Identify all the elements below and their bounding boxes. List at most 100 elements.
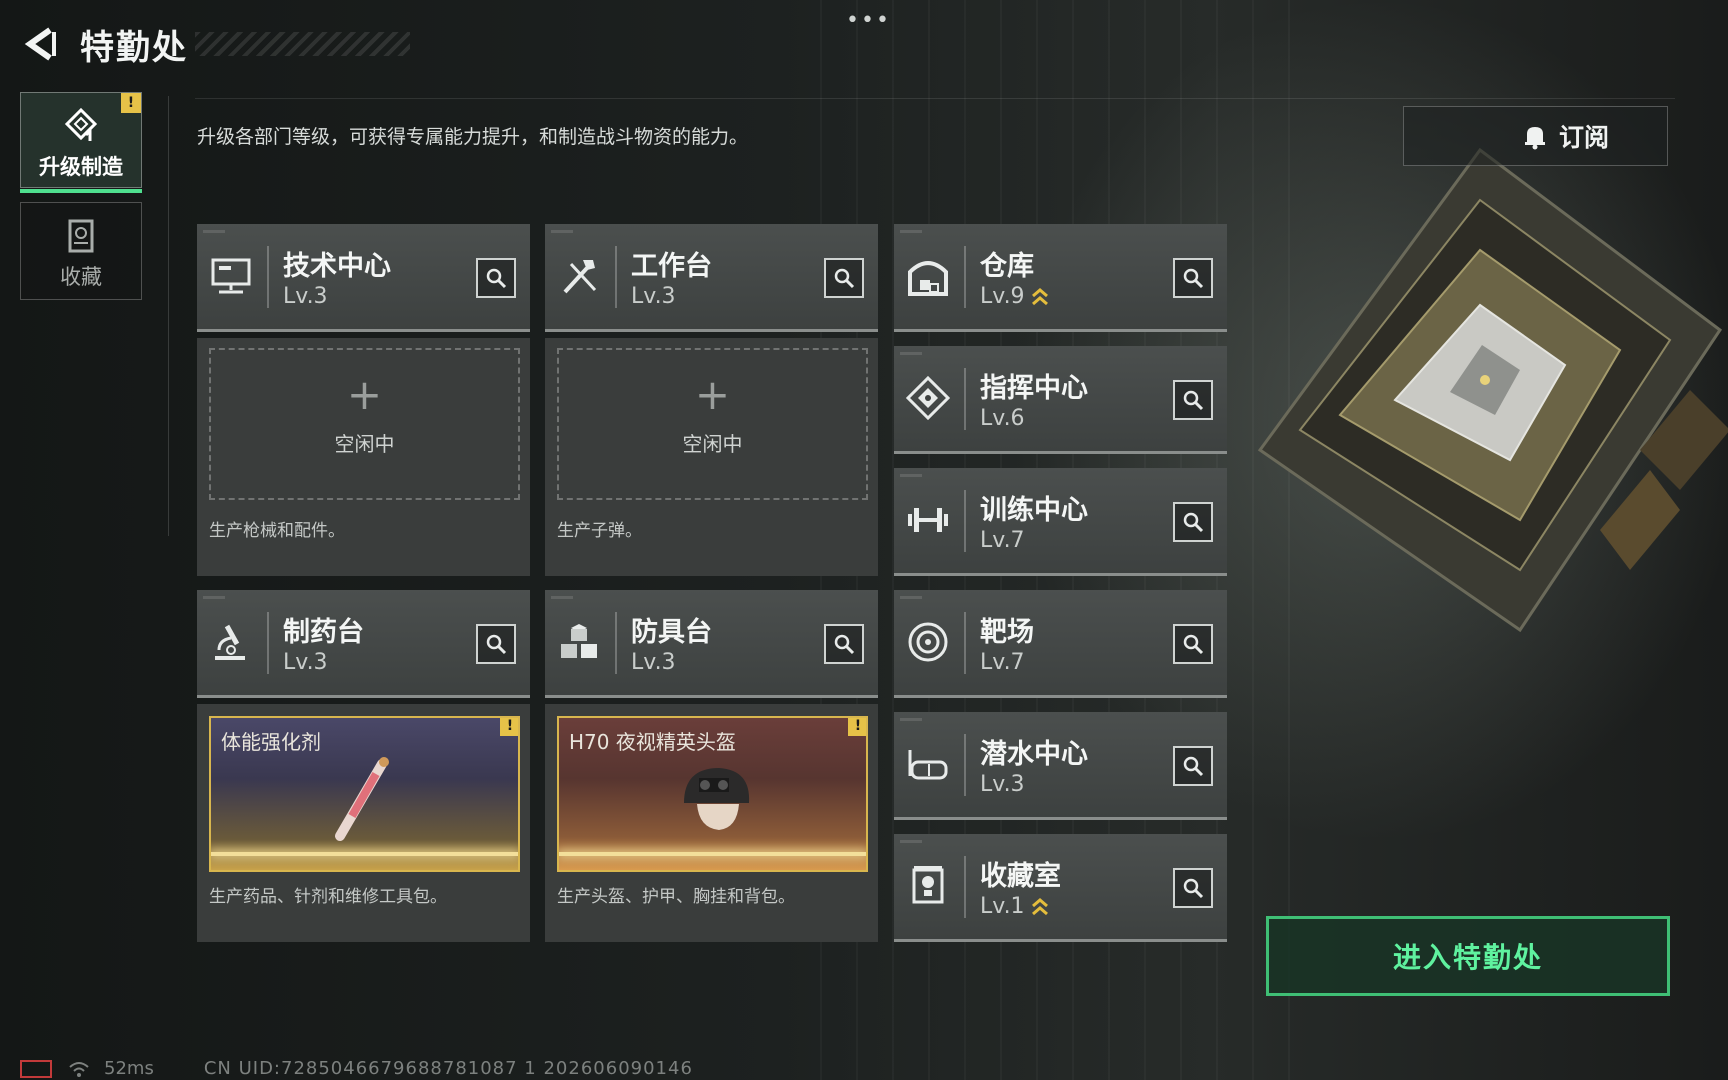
workshop-description: 生产头盔、护甲、胸挂和背包。 bbox=[557, 887, 795, 907]
facility-name: 靶场 bbox=[980, 617, 1034, 648]
facility-card-diving-center[interactable]: 潜水中心 Lv.3 bbox=[894, 712, 1227, 820]
separator bbox=[615, 246, 617, 308]
dumbbell-icon bbox=[908, 508, 948, 532]
command-icon bbox=[906, 376, 950, 420]
collection-icon bbox=[21, 217, 141, 255]
search-button[interactable] bbox=[1173, 624, 1213, 664]
wifi-icon bbox=[69, 1061, 89, 1077]
alert-badge: ! bbox=[500, 718, 518, 736]
facility-level: Lv.3 bbox=[980, 772, 1025, 797]
search-button[interactable] bbox=[1173, 502, 1213, 542]
corner-tick bbox=[900, 840, 922, 843]
title-hatch-decoration bbox=[195, 32, 410, 56]
corner-tick bbox=[900, 352, 922, 355]
idle-slot[interactable]: + 空闲中 bbox=[209, 348, 520, 500]
back-arrow-icon[interactable] bbox=[20, 24, 60, 64]
facility-name: 训练中心 bbox=[980, 495, 1088, 526]
workshop-level: Lv.3 bbox=[283, 650, 328, 675]
facility-name: 仓库 bbox=[980, 251, 1034, 282]
facility-level: Lv.7 bbox=[980, 528, 1025, 553]
workshop-description: 生产子弹。 bbox=[557, 521, 642, 541]
workshop-card-workbench[interactable]: 工作台 Lv.3 bbox=[545, 224, 878, 332]
separator bbox=[615, 612, 617, 674]
tab-label: 收藏 bbox=[60, 265, 102, 289]
search-button[interactable] bbox=[476, 258, 516, 298]
separator bbox=[964, 368, 966, 430]
workshop-name: 制药台 bbox=[283, 617, 364, 648]
ping-value: 52ms bbox=[104, 1058, 154, 1079]
nav-divider bbox=[168, 96, 169, 536]
corner-tick bbox=[900, 230, 922, 233]
facility-card-warehouse[interactable]: 仓库 Lv.9 bbox=[894, 224, 1227, 332]
search-button[interactable] bbox=[824, 258, 864, 298]
idle-slot[interactable]: + 空闲中 bbox=[557, 348, 868, 500]
workshop-description: 生产药品、针剂和维修工具包。 bbox=[209, 887, 447, 907]
separator bbox=[267, 246, 269, 308]
search-button[interactable] bbox=[824, 624, 864, 664]
product-slot[interactable]: H70 夜视精英头盔 ! bbox=[557, 716, 868, 872]
facility-level: Lv.7 bbox=[980, 650, 1025, 675]
workshop-card-armor[interactable]: 防具台 Lv.3 bbox=[545, 590, 878, 698]
facility-card-collection-room[interactable]: 收藏室 Lv.1 bbox=[894, 834, 1227, 942]
user-uid: CN UID:7285046679688781087 1 20260609014… bbox=[203, 1058, 693, 1079]
display-case-icon bbox=[912, 866, 944, 904]
plus-icon: + bbox=[694, 370, 731, 419]
battery-icon bbox=[20, 1059, 52, 1078]
workshop-body-workbench: + 空闲中 生产子弹。 bbox=[545, 338, 878, 576]
page-description: 升级各部门等级，可获得专属能力提升，和制造战斗物资的能力。 bbox=[197, 126, 749, 148]
corner-tick bbox=[900, 718, 922, 721]
corner-tick bbox=[203, 230, 225, 233]
separator bbox=[964, 856, 966, 918]
tools-icon bbox=[563, 260, 597, 294]
corner-tick bbox=[551, 596, 573, 599]
search-button[interactable] bbox=[1173, 258, 1213, 298]
helmet-icon bbox=[684, 768, 750, 830]
tab-upgrade-craft[interactable]: ! 升级制造 bbox=[20, 92, 142, 193]
tab-collection[interactable]: 收藏 bbox=[20, 202, 142, 300]
search-button[interactable] bbox=[1173, 380, 1213, 420]
enter-button-label: 进入特勤处 bbox=[1392, 941, 1543, 974]
workshop-name: 技术中心 bbox=[283, 251, 391, 282]
product-glow bbox=[211, 852, 518, 856]
workshop-card-tech-center[interactable]: 技术中心 Lv.3 bbox=[197, 224, 530, 332]
workshop-body-armor: H70 夜视精英头盔 ! 生产头盔、护甲、胸挂和背包。 bbox=[545, 704, 878, 942]
search-button[interactable] bbox=[476, 624, 516, 664]
search-icon bbox=[486, 268, 507, 289]
workshop-name: 防具台 bbox=[631, 617, 712, 648]
workshop-level: Lv.3 bbox=[631, 284, 676, 309]
bell-icon bbox=[1524, 127, 1545, 150]
diving-mask-icon bbox=[908, 750, 948, 780]
corner-tick bbox=[900, 596, 922, 599]
facility-level: Lv.6 bbox=[980, 406, 1025, 431]
search-icon bbox=[486, 634, 507, 655]
enter-special-ops-button[interactable]: 进入特勤处 bbox=[1266, 916, 1670, 996]
alert-badge: ! bbox=[848, 718, 866, 736]
search-icon bbox=[1183, 390, 1204, 411]
subscribe-button[interactable]: 订阅 bbox=[1403, 106, 1668, 166]
facility-card-training-center[interactable]: 训练中心 Lv.7 bbox=[894, 468, 1227, 576]
header-divider bbox=[195, 98, 1675, 99]
warehouse-icon bbox=[908, 261, 948, 296]
facility-card-shooting-range[interactable]: 靶场 Lv.7 bbox=[894, 590, 1227, 698]
product-slot[interactable]: 体能强化剂 ! bbox=[209, 716, 520, 872]
search-button[interactable] bbox=[1173, 746, 1213, 786]
facility-card-command-center[interactable]: 指挥中心 Lv.6 bbox=[894, 346, 1227, 454]
facility-level: Lv.9 bbox=[980, 284, 1025, 309]
search-icon bbox=[1183, 756, 1204, 777]
product-name: H70 夜视精英头盔 bbox=[569, 730, 736, 754]
search-icon bbox=[1183, 512, 1204, 533]
separator bbox=[964, 246, 966, 308]
workshop-level: Lv.3 bbox=[631, 650, 676, 675]
plus-icon: + bbox=[346, 370, 383, 419]
search-icon bbox=[1183, 634, 1204, 655]
facility-name: 收藏室 bbox=[980, 861, 1061, 892]
target-icon bbox=[908, 622, 948, 662]
separator bbox=[964, 612, 966, 674]
search-icon bbox=[834, 634, 855, 655]
workshop-body-tech-center: + 空闲中 生产枪械和配件。 bbox=[197, 338, 530, 576]
microscope-icon bbox=[215, 624, 245, 660]
workshop-card-pharmacy[interactable]: 制药台 Lv.3 bbox=[197, 590, 530, 698]
more-dots-icon[interactable]: ••• bbox=[846, 8, 891, 33]
facility-level: Lv.1 bbox=[980, 894, 1025, 919]
search-button[interactable] bbox=[1173, 868, 1213, 908]
